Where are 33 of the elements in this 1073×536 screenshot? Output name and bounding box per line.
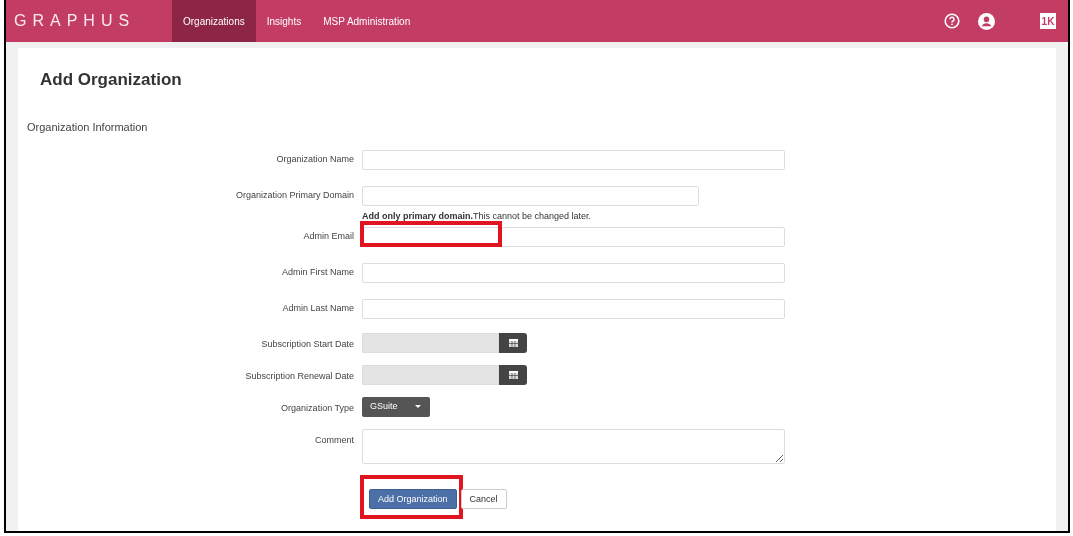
app-badge[interactable]: 1K [1040,13,1056,29]
field-label: Admin Email [302,229,355,243]
field-label: Organization Type [280,401,355,415]
input-field[interactable] [362,150,785,170]
input-field[interactable] [362,226,785,247]
field-label: Admin Last Name [281,301,355,315]
help-icon[interactable] [944,13,960,29]
add-organization-button[interactable]: Add Organization [369,489,457,510]
nav-tab[interactable]: MSP Administration [312,0,422,42]
input-field[interactable] [362,186,699,206]
field-label: Admin First Name [281,265,355,279]
user-icon[interactable] [978,12,995,30]
nav-tab[interactable]: Organizations [172,0,256,42]
section-title: Organization Information [26,119,149,135]
calendar-icon [508,338,518,347]
input-field[interactable] [362,262,785,283]
field-label: Comment [314,433,355,447]
type-dropdown[interactable]: GSuite [362,396,430,417]
field-label: Subscription Start Date [260,337,355,351]
graphus-logo[interactable]: GRAPHUS [14,9,136,33]
field-label: Organization Name [275,153,355,166]
field-label: Subscription Renewal Date [244,369,355,383]
field-label: Organization Primary Domain [234,189,355,202]
caret-icon [415,405,421,408]
page-title: Add Organization [39,69,183,91]
cancel-button[interactable]: Cancel [460,489,507,510]
input-field[interactable] [362,298,785,319]
help-text: Add only primary domain.This cannot be changed later. [362,210,593,223]
calendar-button[interactable] [499,332,527,353]
calendar-button[interactable] [499,364,527,385]
calendar-icon [508,370,518,379]
comment-field[interactable] [362,428,785,464]
nav-tab[interactable]: Insights [255,0,313,42]
